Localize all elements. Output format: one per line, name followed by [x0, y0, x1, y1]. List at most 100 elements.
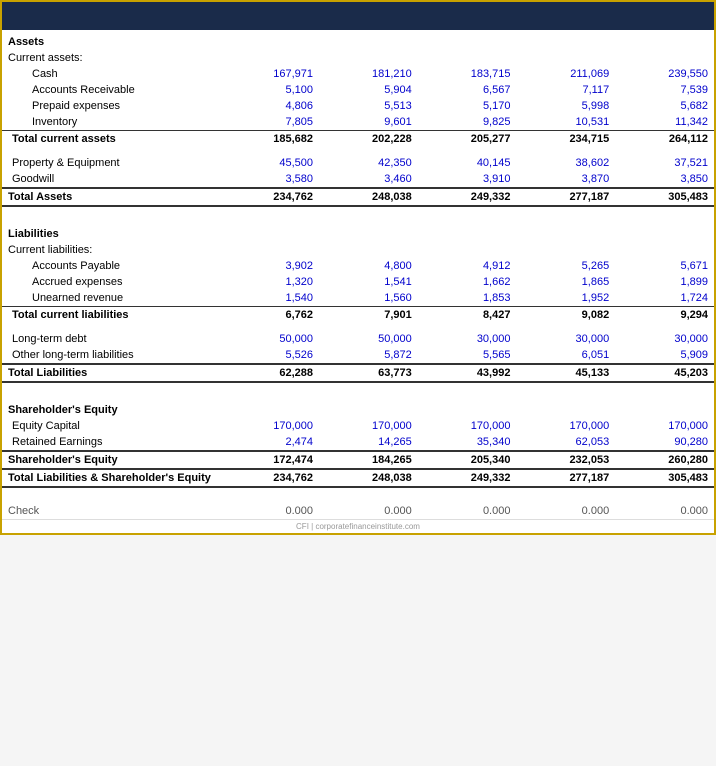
row-value-2015: 3,460 — [319, 171, 418, 188]
row-value-2018 — [615, 30, 714, 50]
table-row: Long-term debt50,00050,00030,00030,00030… — [2, 331, 714, 347]
row-value-2016: 249,332 — [418, 469, 517, 487]
row-value-2017: 277,187 — [516, 188, 615, 206]
row-label: Other long-term liabilities — [2, 347, 220, 364]
label-header — [2, 22, 220, 30]
row-value-2016: 1,662 — [418, 274, 517, 290]
row-value-2016: 249,332 — [418, 188, 517, 206]
table-row: Accrued expenses1,3201,5411,6621,8651,89… — [2, 274, 714, 290]
row-value-2015: 170,000 — [319, 418, 418, 434]
row-value-2018: 0.000 — [615, 503, 714, 519]
year-2015 — [319, 22, 418, 30]
row-label: Retained Earnings — [2, 434, 220, 451]
row-value-2015: 184,265 — [319, 451, 418, 469]
row-value-2018: 7,539 — [615, 82, 714, 98]
row-value-2015: 5,872 — [319, 347, 418, 364]
row-value-2017 — [516, 398, 615, 418]
row-value-2017: 0.000 — [516, 503, 615, 519]
row-value-2016: 205,340 — [418, 451, 517, 469]
row-value-2015: 202,228 — [319, 131, 418, 148]
row-value-2018 — [615, 398, 714, 418]
row-value-2014: 1,320 — [220, 274, 319, 290]
row-value-2015: 0.000 — [319, 503, 418, 519]
table-row: Property & Equipment45,50042,35040,14538… — [2, 155, 714, 171]
table-row: Prepaid expenses4,8065,5135,1705,9985,68… — [2, 98, 714, 114]
row-value-2015: 50,000 — [319, 331, 418, 347]
row-value-2015 — [319, 30, 418, 50]
row-value-2018: 170,000 — [615, 418, 714, 434]
spacer-row — [2, 495, 714, 503]
spacer-row — [2, 390, 714, 398]
spacer-row — [2, 147, 714, 155]
row-label: Equity Capital — [2, 418, 220, 434]
table-row: Current assets: — [2, 50, 714, 66]
table-row: Total Assets234,762248,038249,332277,187… — [2, 188, 714, 206]
row-value-2018: 90,280 — [615, 434, 714, 451]
row-value-2018: 3,850 — [615, 171, 714, 188]
row-label: Shareholder's Equity — [2, 398, 220, 418]
row-value-2017: 1,865 — [516, 274, 615, 290]
row-value-2014: 3,902 — [220, 258, 319, 274]
row-value-2017: 232,053 — [516, 451, 615, 469]
row-value-2015: 181,210 — [319, 66, 418, 82]
row-value-2018: 239,550 — [615, 66, 714, 82]
table-row: Liabilities — [2, 222, 714, 242]
spacer-row — [2, 487, 714, 495]
row-value-2018 — [615, 50, 714, 66]
row-value-2018: 305,483 — [615, 188, 714, 206]
row-value-2015 — [319, 222, 418, 242]
row-value-2015: 9,601 — [319, 114, 418, 131]
row-value-2015: 248,038 — [319, 469, 418, 487]
row-value-2017 — [516, 242, 615, 258]
row-value-2014: 5,526 — [220, 347, 319, 364]
table-row: Total Liabilities62,28863,77343,99245,13… — [2, 364, 714, 382]
row-value-2018: 264,112 — [615, 131, 714, 148]
row-value-2015: 7,901 — [319, 307, 418, 324]
row-label: Inventory — [2, 114, 220, 131]
row-value-2017: 5,265 — [516, 258, 615, 274]
row-value-2014: 45,500 — [220, 155, 319, 171]
table-row: Assets — [2, 30, 714, 50]
table-row: Total current assets185,682202,228205,27… — [2, 131, 714, 148]
spacer-row — [2, 214, 714, 222]
row-value-2017: 45,133 — [516, 364, 615, 382]
row-label: Total Liabilities — [2, 364, 220, 382]
table-row: Equity Capital170,000170,000170,000170,0… — [2, 418, 714, 434]
row-value-2016 — [418, 30, 517, 50]
row-label: Goodwill — [2, 171, 220, 188]
table-row: Inventory7,8059,6019,82510,53111,342 — [2, 114, 714, 131]
row-value-2017: 10,531 — [516, 114, 615, 131]
row-value-2014: 1,540 — [220, 290, 319, 307]
row-label: Total Liabilities & Shareholder's Equity — [2, 469, 220, 487]
row-label: Current liabilities: — [2, 242, 220, 258]
row-value-2015: 1,560 — [319, 290, 418, 307]
row-value-2014: 4,806 — [220, 98, 319, 114]
row-value-2014: 7,805 — [220, 114, 319, 131]
table-row: Accounts Payable3,9024,8004,9125,2655,67… — [2, 258, 714, 274]
row-value-2017: 3,870 — [516, 171, 615, 188]
row-label: Cash — [2, 66, 220, 82]
row-value-2017: 38,602 — [516, 155, 615, 171]
row-value-2018 — [615, 222, 714, 242]
row-value-2017: 1,952 — [516, 290, 615, 307]
row-value-2018: 30,000 — [615, 331, 714, 347]
row-value-2016: 5,565 — [418, 347, 517, 364]
spacer-row — [2, 206, 714, 214]
row-value-2014: 50,000 — [220, 331, 319, 347]
row-value-2015 — [319, 398, 418, 418]
row-value-2015 — [319, 242, 418, 258]
spreadsheet-container: AssetsCurrent assets:Cash167,971181,2101… — [0, 0, 716, 535]
row-value-2015: 63,773 — [319, 364, 418, 382]
row-value-2018: 305,483 — [615, 469, 714, 487]
row-value-2017: 277,187 — [516, 469, 615, 487]
year-2017 — [516, 22, 615, 30]
row-value-2017 — [516, 50, 615, 66]
row-value-2016: 43,992 — [418, 364, 517, 382]
row-value-2016: 3,910 — [418, 171, 517, 188]
row-value-2016: 4,912 — [418, 258, 517, 274]
table-row: Shareholder's Equity — [2, 398, 714, 418]
row-value-2017: 170,000 — [516, 418, 615, 434]
bottom-watermark: CFI | corporatefinanceinstitute.com — [2, 519, 714, 533]
table-row: Current liabilities: — [2, 242, 714, 258]
table-row: Check0.0000.0000.0000.0000.000 — [2, 503, 714, 519]
